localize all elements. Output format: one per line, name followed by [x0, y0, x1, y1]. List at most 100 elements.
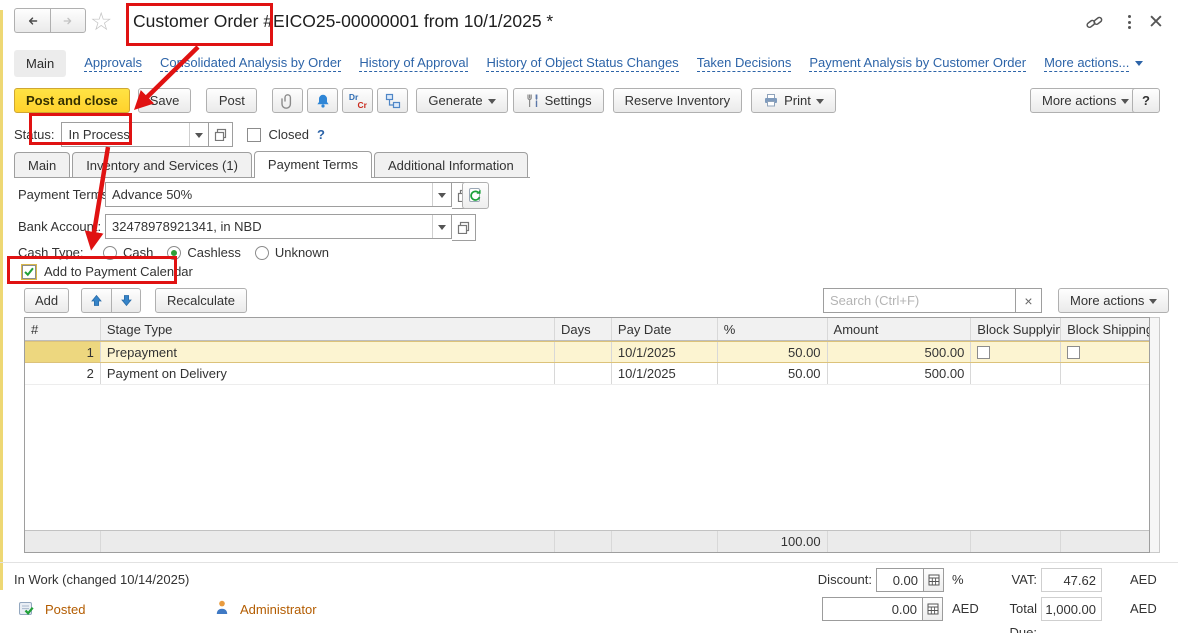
- status-dropdown-button[interactable]: [189, 123, 208, 146]
- closed-help-link[interactable]: ?: [317, 127, 325, 142]
- move-row-up-button[interactable]: [81, 288, 111, 313]
- closed-checkbox[interactable]: [247, 128, 261, 142]
- closed-label: Closed: [268, 127, 308, 142]
- tab-payment-terms[interactable]: Payment Terms: [254, 151, 372, 178]
- discount-unit-label: %: [952, 568, 964, 592]
- cell-stage-type: Prepayment: [101, 342, 555, 362]
- cell-percent: 50.00: [718, 363, 828, 384]
- help-button[interactable]: ?: [1132, 88, 1160, 113]
- bank-account-dropdown-button[interactable]: [432, 215, 451, 238]
- tab-additional-information[interactable]: Additional Information: [374, 152, 528, 177]
- command-link-bar: Main Approvals Consolidated Analysis by …: [14, 48, 1143, 78]
- chevron-down-icon: [488, 99, 496, 108]
- page-title-object: Customer Order: [133, 11, 258, 31]
- posted-status-link[interactable]: Posted: [45, 602, 85, 617]
- table-row-2[interactable]: 2 Payment on Delivery 10/1/2025 50.00 50…: [25, 363, 1149, 385]
- cashless-radio[interactable]: [167, 246, 181, 260]
- tab-inventory-and-services[interactable]: Inventory and Services (1): [72, 152, 252, 177]
- calculator-icon[interactable]: [923, 597, 943, 621]
- cell-stage-type: Payment on Delivery: [101, 363, 555, 384]
- print-button[interactable]: Print: [751, 88, 836, 113]
- table-scrollbar[interactable]: [1150, 317, 1160, 553]
- cash-type-row: Cash Type: Cash Cashless Unknown: [18, 245, 84, 260]
- settings-button[interactable]: Settings: [513, 88, 604, 113]
- nav-link-payment-analysis[interactable]: Payment Analysis by Customer Order: [809, 55, 1026, 72]
- vat-label: VAT:: [1000, 568, 1037, 592]
- nav-link-taken-decisions[interactable]: Taken Decisions: [697, 55, 792, 72]
- post-and-close-button[interactable]: Post and close: [14, 88, 130, 113]
- clear-search-icon[interactable]: ×: [1016, 288, 1042, 313]
- col-block-supplying[interactable]: Block Supplying: [971, 318, 1061, 340]
- fill-stages-button[interactable]: [462, 182, 489, 209]
- col-percent[interactable]: %: [718, 318, 828, 340]
- discount-amount-input[interactable]: 0.00: [822, 597, 943, 621]
- col-block-shipping[interactable]: Block Shipping: [1061, 318, 1149, 340]
- author-link[interactable]: Administrator: [240, 602, 317, 617]
- bank-account-row: Bank Account: 32478978921341, in NBD: [0, 214, 1178, 241]
- nav-link-history-of-status-changes[interactable]: History of Object Status Changes: [486, 55, 678, 72]
- move-row-group: [81, 288, 141, 313]
- payment-terms-dropdown-button[interactable]: [432, 183, 451, 206]
- toolbar-more-actions-button[interactable]: More actions: [1030, 88, 1141, 113]
- add-row-button[interactable]: Add: [24, 288, 69, 313]
- status-combobox[interactable]: In Process: [61, 122, 209, 147]
- chain-icon: [1085, 13, 1104, 32]
- open-object-icon: [214, 128, 227, 141]
- attachments-button[interactable]: [272, 88, 303, 113]
- bank-account-combobox[interactable]: 32478978921341, in NBD: [105, 214, 452, 239]
- back-button[interactable]: [14, 8, 50, 33]
- cell-amount: 500.00: [828, 342, 972, 362]
- form-toolbar: Post and close Save Post DrCr Generate S…: [14, 88, 836, 113]
- favorite-star-icon[interactable]: ☆: [90, 8, 112, 36]
- block-supplying-checkbox[interactable]: [977, 346, 990, 359]
- unknown-radio[interactable]: [255, 246, 269, 260]
- forward-button[interactable]: [50, 8, 86, 33]
- page-title: Customer Order #EICO25-00000001 from 10/…: [133, 11, 553, 32]
- refill-document-icon: [467, 187, 484, 204]
- generate-button[interactable]: Generate: [416, 88, 507, 113]
- nav-link-history-of-approval[interactable]: History of Approval: [359, 55, 468, 72]
- cash-radio[interactable]: [103, 246, 117, 260]
- col-days[interactable]: Days: [555, 318, 612, 340]
- calculator-icon[interactable]: [924, 568, 944, 592]
- reminder-button[interactable]: [307, 88, 338, 113]
- col-amount[interactable]: Amount: [828, 318, 972, 340]
- nav-more-actions[interactable]: More actions...: [1044, 55, 1143, 72]
- search-input[interactable]: [823, 288, 1016, 313]
- user-icon: [214, 599, 230, 619]
- payment-terms-combobox[interactable]: Advance 50%: [105, 182, 452, 207]
- save-button[interactable]: Save: [138, 88, 192, 113]
- recalculate-button[interactable]: Recalculate: [155, 288, 247, 313]
- printer-icon: [763, 93, 779, 108]
- col-stage-type[interactable]: Stage Type: [101, 318, 555, 340]
- total-due-label: Total Due:: [979, 597, 1037, 633]
- form-tabstrip: Main Inventory and Services (1) Payment …: [14, 151, 530, 178]
- nav-link-consolidated-analysis[interactable]: Consolidated Analysis by Order: [160, 55, 341, 72]
- close-icon[interactable]: ✕: [1144, 10, 1168, 34]
- reserve-inventory-button[interactable]: Reserve Inventory: [613, 88, 743, 113]
- copy-link-icon[interactable]: [1082, 10, 1106, 34]
- status-open-button[interactable]: [209, 122, 233, 147]
- more-menu-kebab-icon[interactable]: [1117, 10, 1141, 34]
- discount-percent-input[interactable]: 0.00: [876, 568, 944, 592]
- col-pay-date[interactable]: Pay Date: [612, 318, 718, 340]
- workflow-state-text: In Work (changed 10/14/2025): [14, 572, 189, 587]
- total-due-currency-label: AED: [1130, 597, 1157, 621]
- document-structure-button[interactable]: [377, 88, 408, 113]
- dr-cr-icon: DrCr: [349, 92, 367, 110]
- tab-main[interactable]: Main: [14, 152, 70, 177]
- accounting-entries-button[interactable]: DrCr: [342, 88, 373, 113]
- table-more-actions-button[interactable]: More actions: [1058, 288, 1169, 313]
- bank-account-label: Bank Account:: [18, 214, 101, 240]
- cell-days: [555, 342, 612, 362]
- nav-link-approvals[interactable]: Approvals: [84, 55, 142, 72]
- nav-tab-main[interactable]: Main: [14, 50, 66, 77]
- table-row-1[interactable]: 1 Prepayment 10/1/2025 50.00 500.00: [25, 341, 1149, 363]
- bank-account-open-button[interactable]: [452, 214, 476, 241]
- add-to-payment-calendar-checkbox[interactable]: [22, 265, 36, 279]
- block-shipping-checkbox[interactable]: [1067, 346, 1080, 359]
- move-row-down-button[interactable]: [111, 288, 141, 313]
- cell-percent: 50.00: [718, 342, 828, 362]
- post-button[interactable]: Post: [206, 88, 257, 113]
- col-number[interactable]: #: [25, 318, 101, 340]
